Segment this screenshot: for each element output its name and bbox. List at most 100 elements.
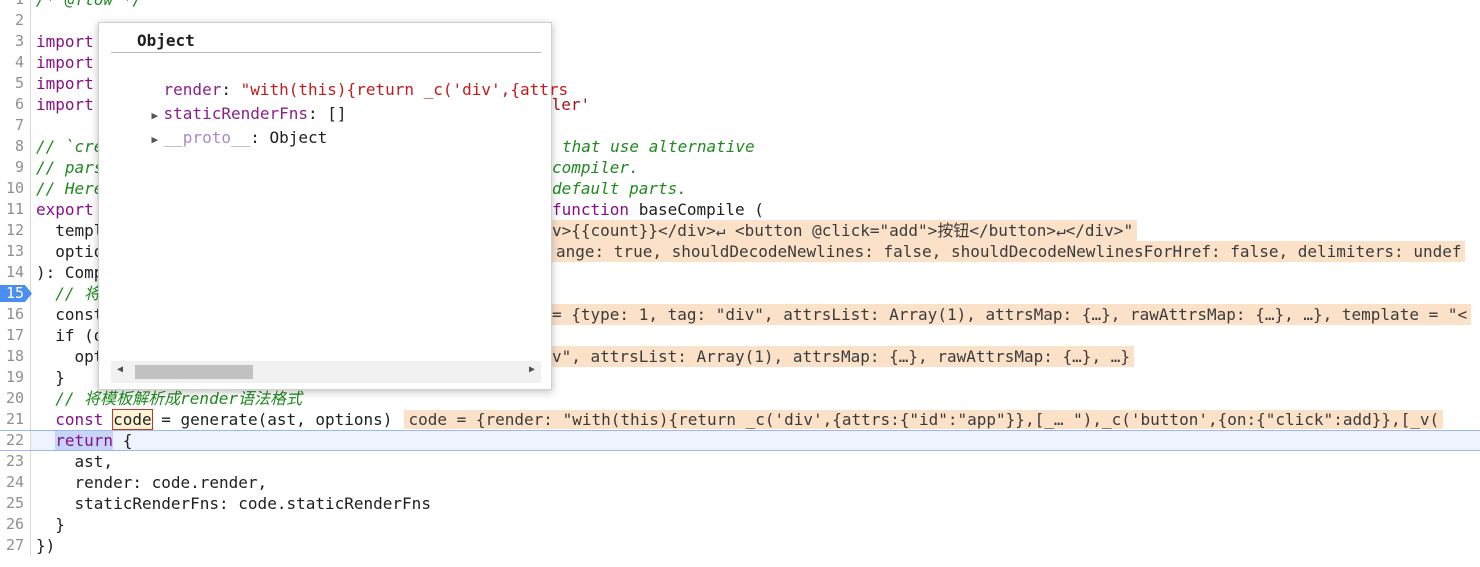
line-gutter[interactable]: 20 xyxy=(0,388,31,409)
line-number: 10 xyxy=(5,179,24,197)
code-line[interactable]: 1 /* @flow */ xyxy=(0,0,1480,10)
scroll-left-arrow-icon[interactable]: ◀ xyxy=(117,364,123,375)
inline-value-preview: = {type: 1, tag: "div", attrsList: Array… xyxy=(548,304,1472,325)
prop-proto[interactable]: ▶ __proto__: Object xyxy=(113,105,328,147)
line-gutter[interactable]: 12 xyxy=(0,220,31,241)
code-line[interactable]: 20 // 将模板解析成render语法格式 xyxy=(0,388,1480,409)
line-gutter[interactable]: 25 xyxy=(0,493,31,514)
prop-staticRenderFns[interactable]: ▶ staticRenderFns: [] xyxy=(113,81,347,123)
code-line[interactable]: 26 } xyxy=(0,514,1480,535)
line-gutter[interactable]: 6 xyxy=(0,94,31,115)
line-gutter[interactable]: 7 xyxy=(0,115,31,136)
code-text: function baseCompile ( xyxy=(552,200,764,219)
line-gutter[interactable]: 9 xyxy=(0,157,31,178)
code-text: import xyxy=(36,95,94,114)
hovered-variable[interactable]: code xyxy=(112,409,153,430)
code-line[interactable]: 27}) xyxy=(0,535,1480,556)
line-number: 25 xyxy=(5,494,24,512)
line-number: 24 xyxy=(5,473,24,491)
code-line[interactable]: 22 return { xyxy=(0,430,1480,451)
popover-divider xyxy=(111,52,541,53)
line-code: } xyxy=(36,514,65,535)
code-text: // 将模板解析成render语法格式 xyxy=(36,389,302,408)
line-gutter[interactable]: 4 xyxy=(0,52,31,73)
prop-render[interactable]: render: "with(this){return _c('div',{att… xyxy=(113,57,569,99)
line-number: 13 xyxy=(5,242,24,260)
code-text: }) xyxy=(36,536,56,555)
line-code: // 将 xyxy=(36,283,100,304)
line-gutter[interactable]: 11 xyxy=(0,199,31,220)
code-text: // pars xyxy=(36,158,104,177)
line-number: 8 xyxy=(14,137,24,155)
code-line[interactable]: 24 render: code.render, xyxy=(0,472,1480,493)
line-gutter[interactable]: 3 xyxy=(0,31,31,52)
code-text: // Here xyxy=(36,179,104,198)
code-text: render: code.render, xyxy=(36,473,268,492)
line-gutter[interactable]: 19 xyxy=(0,367,31,388)
line-number: 15 xyxy=(5,284,24,302)
line-code: staticRenderFns: code.staticRenderFns xyxy=(36,493,431,514)
code-text: } xyxy=(36,515,65,534)
line-code: // pars xyxy=(36,157,103,178)
line-code: ): Comp xyxy=(36,262,103,283)
line-number: 7 xyxy=(14,116,24,134)
line-code: import xyxy=(36,73,94,94)
line-gutter[interactable]: 10 xyxy=(0,178,31,199)
code-text: optio xyxy=(36,242,104,261)
line-gutter[interactable]: 23 xyxy=(0,451,31,472)
expand-triangle-icon[interactable]: ▶ xyxy=(152,129,164,151)
line-code: import xyxy=(36,94,94,115)
line-number: 1 xyxy=(15,0,24,10)
line-gutter[interactable]: 27 xyxy=(0,535,31,556)
line-number: 14 xyxy=(5,263,24,281)
line-gutter[interactable]: 16 xyxy=(0,304,31,325)
line-gutter[interactable]: 2 xyxy=(0,10,31,31)
line-code: } xyxy=(36,367,65,388)
line-gutter[interactable]: 17 xyxy=(0,325,31,346)
line-code: // Here xyxy=(36,178,103,199)
horizontal-scrollbar[interactable]: ◀ ▶ xyxy=(111,361,541,383)
line-gutter[interactable]: 13 xyxy=(0,241,31,262)
code-line[interactable]: 25 staticRenderFns: code.staticRenderFns xyxy=(0,493,1480,514)
code-text: that use alternative xyxy=(562,137,755,156)
line-gutter[interactable]: 18 xyxy=(0,346,31,367)
line-gutter[interactable]: 8 xyxy=(0,136,31,157)
line-number: 16 xyxy=(5,305,24,323)
line-number: 20 xyxy=(5,389,24,407)
line-code: opt xyxy=(36,346,104,367)
line-code: // 将模板解析成render语法格式 xyxy=(36,388,302,409)
code-text: ast, xyxy=(36,452,114,471)
line-number: 12 xyxy=(5,221,24,239)
line-code: /* @flow */ xyxy=(36,0,142,10)
object-preview-popover[interactable]: Object render: "with(this){return _c('di… xyxy=(98,22,568,390)
inline-value-preview: v", attrsList: Array(1), attrsMap: {…}, … xyxy=(548,346,1134,367)
code-text: opt xyxy=(36,347,104,366)
line-gutter[interactable]: 1 xyxy=(0,0,31,10)
line-gutter[interactable]: 26 xyxy=(0,514,31,535)
line-gutter[interactable]: 24 xyxy=(0,472,31,493)
line-code: import xyxy=(36,52,94,73)
line-gutter[interactable]: 22 xyxy=(0,431,31,450)
keyword: const xyxy=(55,410,104,429)
line-gutter[interactable]: 5 xyxy=(0,73,31,94)
line-code: }) xyxy=(36,535,55,556)
line-code: const code = generate(ast, options) code … xyxy=(36,409,1444,430)
line-code: export xyxy=(36,199,94,220)
line-number: 17 xyxy=(5,326,24,344)
scrollbar-thumb[interactable] xyxy=(135,365,253,379)
line-code: ast, xyxy=(36,451,114,472)
code-text: export xyxy=(36,200,94,219)
code-text: /* @flow */ xyxy=(36,0,142,9)
code-text: ): Comp xyxy=(36,263,104,282)
line-code: templ xyxy=(36,220,103,241)
code-line[interactable]: 21 const code = generate(ast, options) co… xyxy=(0,409,1480,430)
line-number: 6 xyxy=(14,95,24,113)
paused-keyword: return xyxy=(55,431,114,450)
line-gutter[interactable]: 21 xyxy=(0,409,31,430)
line-gutter[interactable]: 15 xyxy=(0,283,32,304)
code-line[interactable]: 23 ast, xyxy=(0,451,1480,472)
line-code: // `cre xyxy=(36,136,103,157)
line-number: 23 xyxy=(5,452,24,470)
scroll-right-arrow-icon[interactable]: ▶ xyxy=(529,364,535,375)
line-gutter[interactable]: 14 xyxy=(0,262,31,283)
